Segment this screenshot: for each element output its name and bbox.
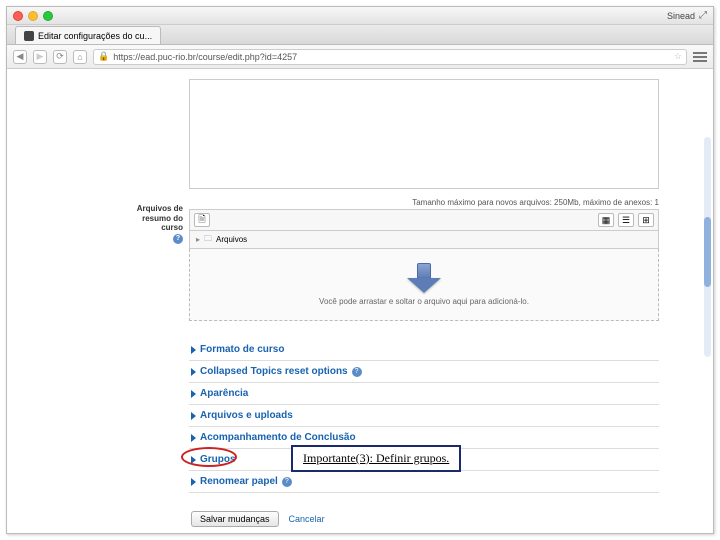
section-link[interactable]: Renomear papel [200, 476, 278, 487]
reload-button[interactable]: ⟳ [53, 50, 67, 64]
view-icons-button[interactable]: ▦ [598, 213, 614, 227]
bookmark-icon[interactable]: ☆ [674, 51, 682, 62]
files-root-label: Arquivos [216, 235, 247, 244]
section-link[interactable]: Collapsed Topics reset options [200, 366, 348, 377]
help-icon[interactable]: ? [352, 367, 362, 377]
annotation-callout: Importante(3): Definir grupos. [291, 445, 461, 472]
file-dropzone[interactable]: Você pode arrastar e soltar o arquivo aq… [189, 249, 659, 321]
menu-icon[interactable] [693, 50, 707, 64]
section-link[interactable]: Arquivos e uploads [200, 410, 293, 421]
help-icon[interactable]: ? [173, 234, 183, 244]
section-formato-curso[interactable]: Formato de curso [189, 339, 659, 361]
minimize-window-button[interactable] [28, 11, 38, 21]
user-label: Sinead [667, 11, 695, 21]
section-arquivos-uploads[interactable]: Arquivos e uploads [189, 405, 659, 427]
home-button[interactable]: ⌂ [73, 50, 87, 64]
caret-icon [191, 456, 196, 464]
favicon-icon [24, 31, 34, 41]
browser-toolbar: ◀ ▶ ⟳ ⌂ 🔒 https://ead.puc-rio.br/course/… [7, 45, 713, 69]
address-bar[interactable]: 🔒 https://ead.puc-rio.br/course/edit.php… [93, 49, 687, 65]
tab-strip: Editar configurações do cu... [7, 25, 713, 45]
help-icon[interactable]: ? [282, 477, 292, 487]
close-window-button[interactable] [13, 11, 23, 21]
section-aparencia[interactable]: Aparência [189, 383, 659, 405]
back-button[interactable]: ◀ [13, 50, 27, 64]
section-link[interactable]: Acompanhamento de Conclusão [200, 432, 356, 443]
section-grupos[interactable]: Grupos Importante(3): Definir grupos. [189, 449, 659, 471]
zoom-window-button[interactable] [43, 11, 53, 21]
view-details-button[interactable]: ☰ [618, 213, 634, 227]
caret-icon [191, 478, 196, 486]
browser-tab[interactable]: Editar configurações do cu... [15, 26, 161, 44]
save-button[interactable]: Salvar mudanças [191, 511, 279, 527]
caret-right-icon: ▸ [196, 235, 200, 244]
section-link[interactable]: Grupos [200, 454, 236, 465]
cancel-link[interactable]: Cancelar [289, 514, 325, 524]
folder-icon: 🗀 [204, 233, 212, 247]
scrollbar-thumb[interactable] [704, 217, 711, 287]
view-tree-button[interactable]: ⊞ [638, 213, 654, 227]
section-renomear-papel[interactable]: Renomear papel ? [189, 471, 659, 493]
summary-files-label: Arquivos de resumo do curso [137, 204, 183, 232]
dropzone-text: Você pode arrastar e soltar o arquivo aq… [319, 297, 529, 306]
file-picker-toolbar: 🗎 ▦ ☰ ⊞ [189, 209, 659, 231]
caret-icon [191, 412, 196, 420]
caret-icon [191, 434, 196, 442]
file-size-hint: Tamanho máximo para novos arquivos: 250M… [189, 198, 659, 207]
mac-titlebar: Sinead ⤢ [7, 7, 713, 25]
section-link[interactable]: Aparência [200, 388, 248, 399]
expand-icon[interactable]: ⤢ [699, 10, 707, 21]
section-collapsed-topics[interactable]: Collapsed Topics reset options ? [189, 361, 659, 383]
url-text: https://ead.puc-rio.br/course/edit.php?i… [113, 52, 297, 62]
course-summary-textarea[interactable] [189, 79, 659, 189]
caret-icon [191, 390, 196, 398]
lock-icon: 🔒 [98, 51, 109, 62]
file-path-bar[interactable]: ▸ 🗀 Arquivos [189, 231, 659, 249]
section-link[interactable]: Formato de curso [200, 344, 284, 355]
download-arrow-icon [407, 263, 441, 293]
caret-icon [191, 368, 196, 376]
caret-icon [191, 346, 196, 354]
forward-button[interactable]: ▶ [33, 50, 47, 64]
tab-title: Editar configurações do cu... [38, 31, 152, 41]
add-file-button[interactable]: 🗎 [194, 213, 210, 227]
